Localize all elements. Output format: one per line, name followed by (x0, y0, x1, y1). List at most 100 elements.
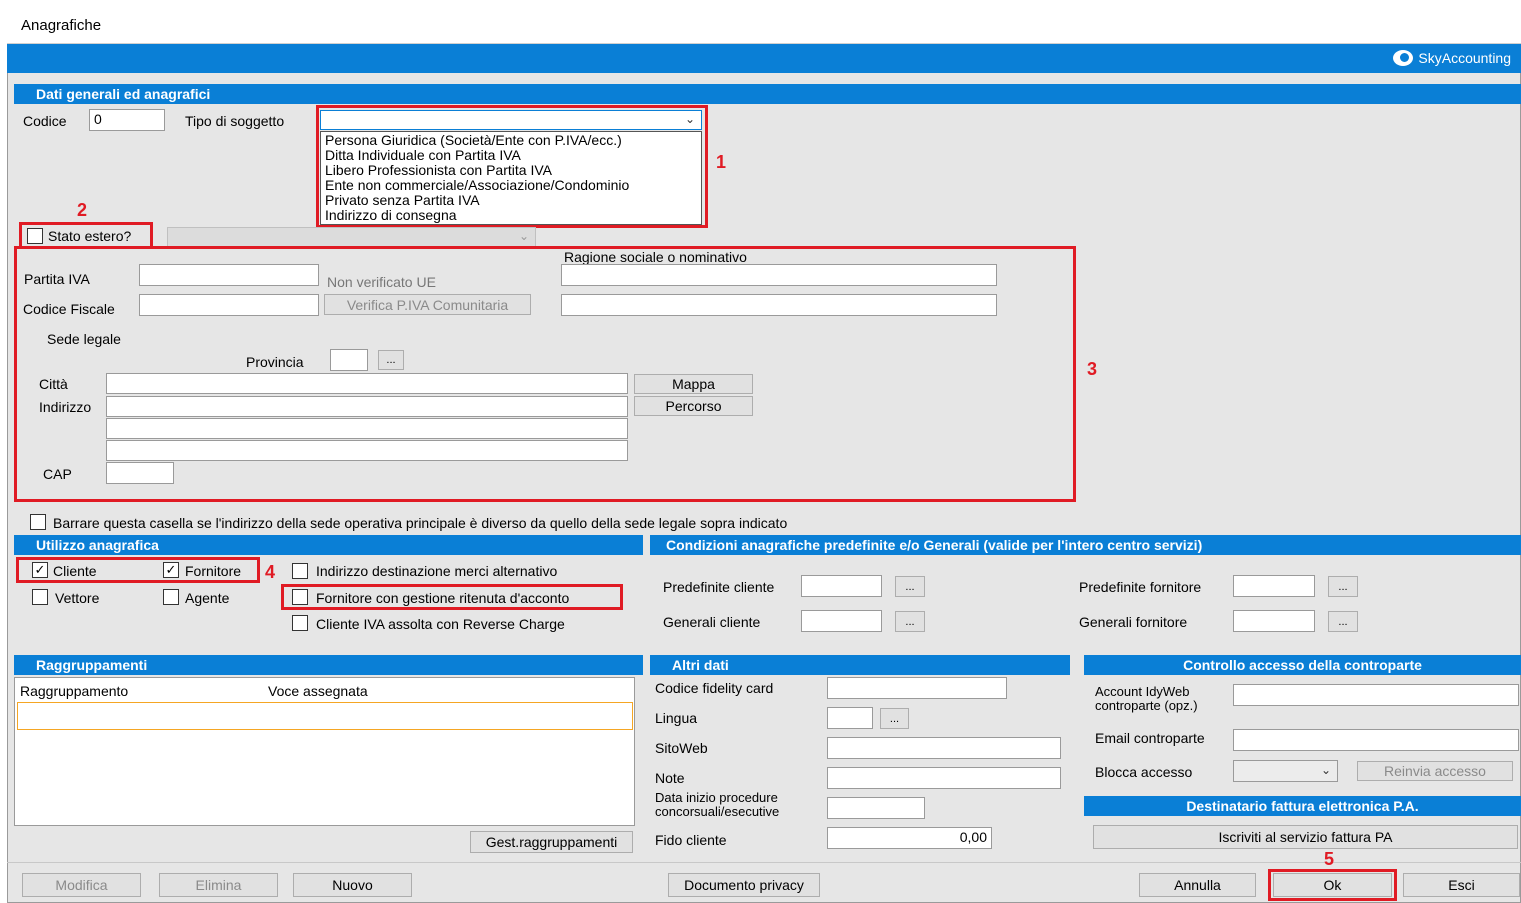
grid-column-header: Voce assegnata (268, 683, 368, 699)
cap-input[interactable] (106, 462, 174, 484)
section-header-einvoice: Destinatario fattura elettronica P.A. (1084, 796, 1521, 816)
annotation-number: 4 (265, 562, 276, 582)
fidelity-label: Codice fidelity card (655, 680, 774, 696)
annotation-number: 2 (77, 200, 88, 220)
codice-fiscale-label: Codice Fiscale (23, 301, 115, 317)
brand-bar: SkyAccounting (7, 44, 1521, 73)
nuovo-button[interactable]: Nuovo (293, 873, 412, 897)
predefinite-fornitore-input[interactable] (1233, 575, 1315, 597)
indirizzo-input-1[interactable] (106, 396, 628, 417)
groupings-grid[interactable]: Raggruppamento Voce assegnata (14, 677, 635, 826)
predefinite-fornitore-lookup-button[interactable]: ... (1328, 576, 1358, 597)
annotation-box-5 (1268, 869, 1397, 901)
predefinite-fornitore-label: Predefinite fornitore (1079, 579, 1202, 595)
reverse-charge-checkbox[interactable] (292, 615, 308, 631)
provincia-input[interactable] (330, 349, 368, 371)
email-controparte-label: Email controparte (1095, 730, 1205, 746)
title-bar: Anagrafiche (7, 6, 1521, 44)
fido-cliente-label: Fido cliente (655, 832, 727, 848)
generali-fornitore-lookup-button[interactable]: ... (1328, 611, 1358, 632)
cliente-label: Cliente (53, 563, 97, 579)
section-header-groupings: Raggruppamenti (14, 655, 643, 675)
sede-legale-label: Sede legale (47, 331, 121, 347)
stato-estero-label: Stato estero? (48, 228, 132, 244)
note-input[interactable] (827, 767, 1061, 789)
vies-status: Non verificato UE (327, 274, 436, 290)
tipo-soggetto-label: Tipo di soggetto (185, 113, 285, 129)
indirizzo-input-3[interactable] (106, 440, 628, 461)
reinvia-accesso-button[interactable]: Reinvia accesso (1357, 761, 1513, 781)
gest-raggruppamenti-button[interactable]: Gest.raggruppamenti (470, 831, 633, 853)
codice-input[interactable]: 0 (89, 109, 165, 131)
annulla-button[interactable]: Annulla (1139, 873, 1256, 897)
ragione-sociale-label: Ragione sociale o nominativo (564, 249, 747, 265)
lingua-lookup-button[interactable]: ... (880, 708, 909, 729)
cap-label: CAP (43, 466, 72, 482)
section-header-usage: Utilizzo anagrafica (14, 535, 643, 555)
sitoweb-input[interactable] (827, 737, 1061, 759)
indirizzo-alternativo-checkbox[interactable] (292, 563, 308, 579)
table-row[interactable] (17, 702, 633, 730)
generali-fornitore-input[interactable] (1233, 610, 1315, 632)
lingua-input[interactable] (827, 707, 873, 729)
fornitore-checkbox[interactable]: ✓ (163, 562, 179, 578)
skyaccounting-logo-icon (1393, 50, 1414, 66)
section-header-conditions: Condizioni anagrafiche predefinite e/o G… (650, 535, 1521, 555)
esci-button[interactable]: Esci (1403, 873, 1520, 897)
annotation-box-1 (316, 105, 708, 228)
fidelity-input[interactable] (827, 677, 1007, 699)
generali-cliente-label: Generali cliente (663, 614, 761, 630)
window-title: Anagrafiche (21, 17, 102, 34)
generali-cliente-lookup-button[interactable]: ... (895, 611, 925, 632)
provincia-lookup-button[interactable]: ... (378, 350, 404, 370)
section-header-access: Controllo accesso della controparte (1084, 655, 1521, 675)
account-idyweb-input[interactable] (1233, 684, 1519, 706)
sede-operativa-checkbox[interactable] (30, 514, 46, 530)
ragione-sociale-input-2[interactable] (561, 294, 997, 316)
chevron-down-icon: ⌄ (518, 229, 529, 243)
note-label: Note (655, 770, 685, 786)
fido-cliente-input[interactable]: 0,00 (827, 827, 992, 849)
account-idyweb-label: Account IdyWeb controparte (opz.) (1095, 684, 1198, 713)
citta-label: Città (39, 376, 68, 392)
section-header-other: Altri dati (650, 655, 1070, 675)
elimina-button[interactable]: Elimina (159, 873, 278, 897)
blocca-accesso-label: Blocca accesso (1095, 764, 1193, 780)
section-header-general: Dati generali ed anagrafici (14, 84, 1521, 104)
partita-iva-input[interactable] (139, 264, 319, 286)
indirizzo-alternativo-label: Indirizzo destinazione merci alternativo (316, 563, 558, 579)
documento-privacy-button[interactable]: Documento privacy (668, 873, 820, 897)
ragione-sociale-input-1[interactable] (561, 264, 997, 286)
iscriviti-fattura-pa-button[interactable]: Iscriviti al servizio fattura PA (1093, 825, 1518, 849)
agente-checkbox[interactable] (163, 589, 179, 605)
stato-estero-checkbox[interactable] (27, 228, 43, 244)
annotation-number: 1 (716, 152, 727, 172)
vettore-checkbox[interactable] (32, 589, 48, 605)
percorso-button[interactable]: Percorso (634, 396, 753, 416)
sede-operativa-label: Barrare questa casella se l'indirizzo de… (53, 515, 788, 531)
verifica-piva-button[interactable]: Verifica P.IVA Comunitaria (324, 294, 531, 315)
fornitore-label: Fornitore (185, 563, 242, 579)
reverse-charge-label: Cliente IVA assolta con Reverse Charge (316, 616, 565, 632)
email-controparte-input[interactable] (1233, 729, 1519, 751)
ritenuta-checkbox[interactable] (292, 589, 308, 605)
codice-fiscale-input[interactable] (139, 294, 319, 316)
agente-label: Agente (185, 590, 230, 606)
indirizzo-input-2[interactable] (106, 418, 628, 439)
annotation-number: 5 (1324, 849, 1335, 869)
citta-input[interactable] (106, 373, 628, 394)
predefinite-cliente-lookup-button[interactable]: ... (895, 576, 925, 597)
data-inizio-input[interactable] (827, 797, 925, 819)
modifica-button[interactable]: Modifica (22, 873, 141, 897)
brand-name: SkyAccounting (1418, 50, 1511, 66)
mappa-button[interactable]: Mappa (634, 374, 753, 394)
blocca-accesso-select[interactable]: ⌄ (1233, 760, 1338, 782)
indirizzo-label: Indirizzo (39, 399, 92, 415)
predefinite-cliente-input[interactable] (801, 575, 882, 597)
ritenuta-label: Fornitore con gestione ritenuta d'accont… (316, 590, 570, 606)
generali-cliente-input[interactable] (801, 610, 882, 632)
cliente-checkbox[interactable]: ✓ (32, 562, 48, 578)
footer-divider (7, 862, 1521, 863)
brand: SkyAccounting (1393, 50, 1511, 66)
annotation-number: 3 (1087, 359, 1098, 379)
